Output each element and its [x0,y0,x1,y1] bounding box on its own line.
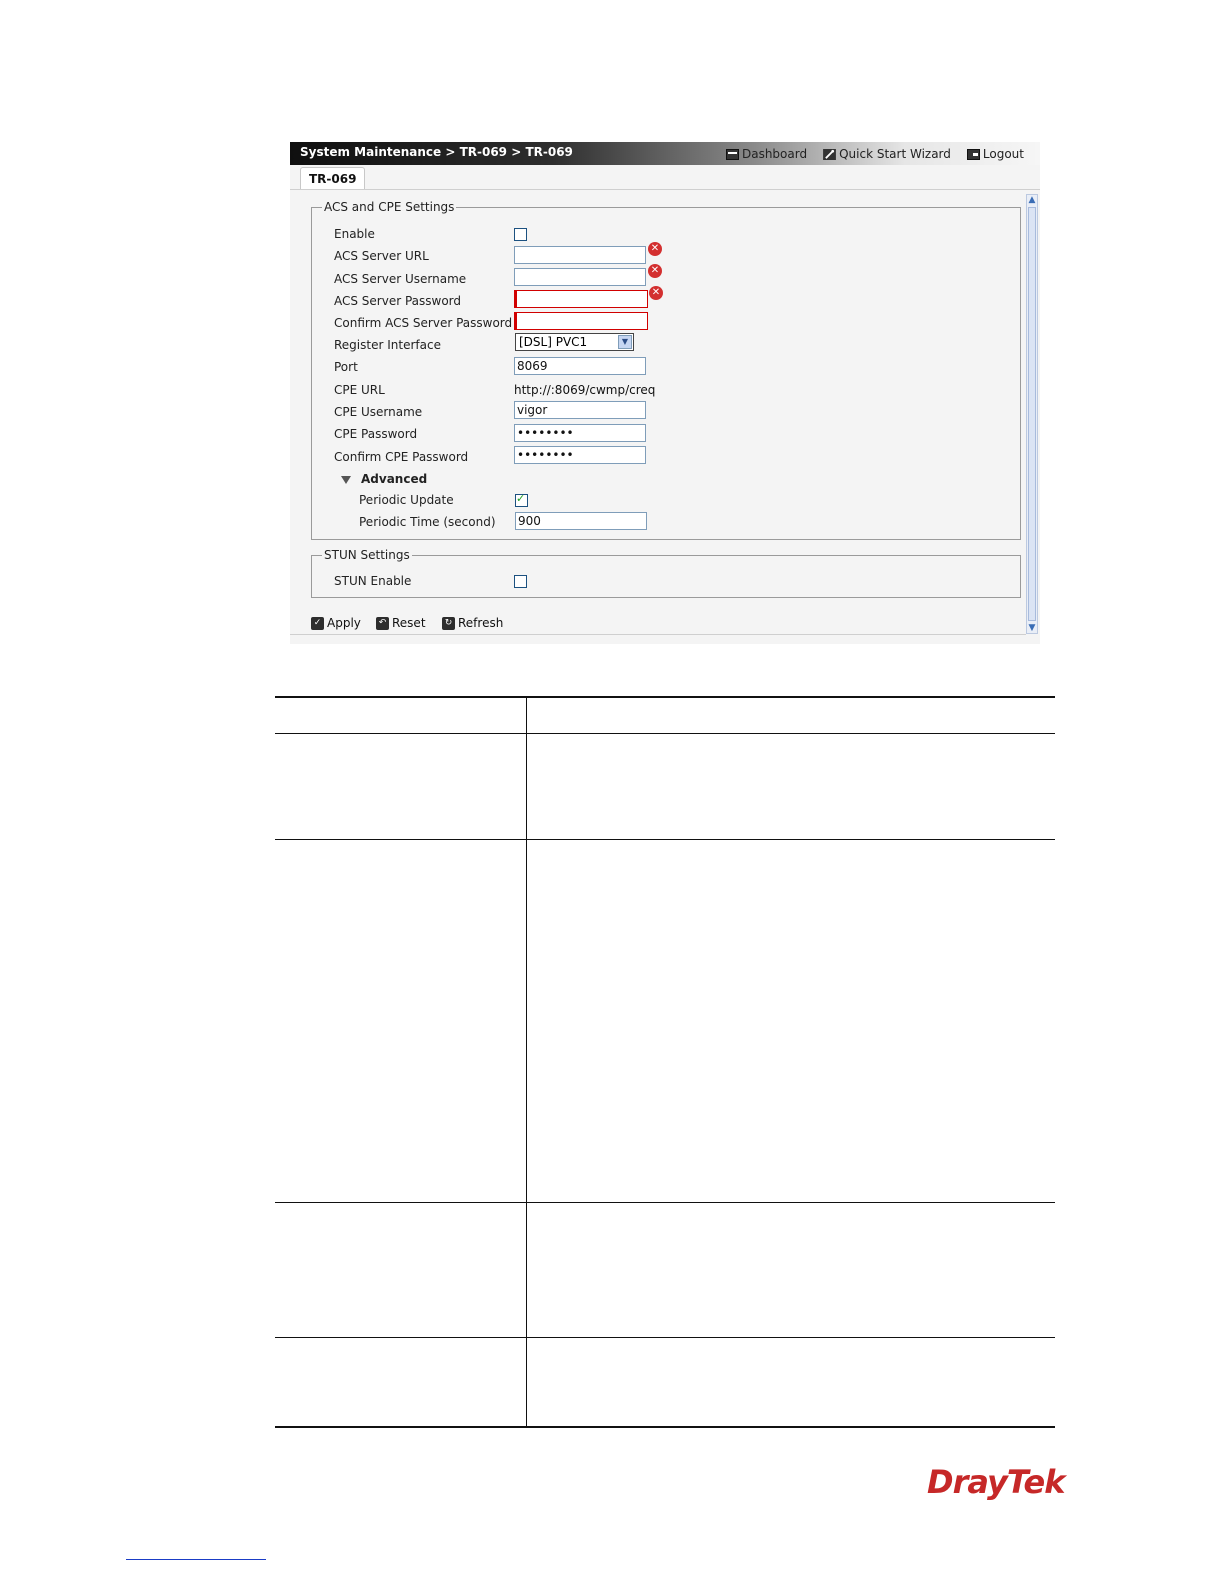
breadcrumb: System Maintenance > TR-069 > TR-069 [300,145,573,159]
cpe-username-input[interactable] [514,401,646,419]
apply-label: Apply [327,616,361,630]
table-row-divider [275,839,1055,840]
periodic-update-label: Periodic Update [359,493,454,507]
scroll-thumb[interactable] [1028,207,1036,621]
title-bar: System Maintenance > TR-069 > TR-069 Das… [290,142,1040,165]
stun-legend: STUN Settings [324,548,410,562]
acs-confirm-password-label: Confirm ACS Server Password [334,316,513,330]
port-label: Port [334,360,358,374]
cpe-username-label: CPE Username [334,405,423,419]
dashboard-label: Dashboard [741,147,808,161]
register-interface-label: Register Interface [334,338,441,352]
acs-password-label: ACS Server Password [334,294,462,308]
reset-label: Reset [392,616,426,630]
enable-checkbox[interactable] [514,228,527,241]
wizard-label: Quick Start Wizard [839,147,951,161]
table-bottom-rule [275,1426,1055,1428]
advanced-toggle[interactable]: Advanced [341,470,427,488]
acs-username-input[interactable] [514,268,646,286]
error-icon: ✕ [648,264,662,278]
dashboard-icon [725,148,739,160]
action-bar: ✓ Apply ↶ Reset ↻ Refresh [290,614,1026,635]
refresh-button[interactable]: ↻ Refresh [442,616,503,630]
cpe-password-input[interactable] [514,424,646,442]
acs-url-input[interactable] [514,246,646,264]
logout-link[interactable]: Logout [966,147,1024,161]
tr069-screenshot: System Maintenance > TR-069 > TR-069 Das… [290,142,1040,644]
reset-button[interactable]: ↶ Reset [376,616,426,630]
table-row-divider [275,733,1055,734]
register-interface-select[interactable]: [DSL] PVC1 ▼ [515,333,634,351]
check-icon: ✓ [311,616,324,630]
table-row-divider [275,1202,1055,1203]
stun-fieldset: STUN Settings [311,548,1021,598]
tab-divider [290,189,1040,190]
acs-confirm-password-input[interactable] [514,312,648,330]
table-column-divider [526,697,527,1427]
table-row-divider [275,1337,1055,1338]
error-icon: ✕ [648,242,662,256]
cpe-confirm-password-input[interactable] [514,446,646,464]
cpe-url-label: CPE URL [334,383,385,397]
periodic-update-checkbox[interactable] [515,492,528,507]
top-links: Dashboard Quick Start Wizard Logout [725,147,1024,161]
table-top-rule [275,696,1055,698]
periodic-time-input[interactable] [515,512,647,530]
cpe-url-value: http://:8069/cwmp/creq [514,383,656,397]
periodic-time-label: Periodic Time (second) [359,515,496,529]
footer-link-underline[interactable] [126,1559,266,1560]
refresh-label: Refresh [458,616,504,630]
register-interface-value: [DSL] PVC1 [519,335,588,349]
acs-url-label: ACS Server URL [334,249,429,263]
acs-cpe-legend: ACS and CPE Settings [324,200,455,214]
dashboard-link[interactable]: Dashboard [725,147,808,161]
advanced-label: Advanced [361,472,428,486]
triangle-down-icon [341,475,351,484]
tab-tr069[interactable]: TR-069 [300,167,366,190]
port-input[interactable] [514,357,646,375]
scroll-down-icon[interactable]: ▼ [1028,624,1036,633]
scroll-up-icon[interactable]: ▲ [1028,196,1036,205]
vertical-scrollbar[interactable]: ▲ ▼ [1026,194,1038,634]
logout-icon [966,148,980,160]
enable-label: Enable [334,227,375,241]
quick-start-wizard-link[interactable]: Quick Start Wizard [823,147,951,161]
error-icon: ✕ [649,286,663,300]
stun-enable-label: STUN Enable [334,574,412,588]
wizard-wand-icon [823,148,837,160]
chevron-down-icon: ▼ [618,335,632,349]
stun-enable-checkbox[interactable] [514,575,527,588]
logout-label: Logout [982,147,1024,161]
acs-username-label: ACS Server Username [334,272,467,286]
apply-button[interactable]: ✓ Apply [311,616,361,630]
acs-password-input[interactable] [514,290,648,308]
draytek-logo: DrayTek [927,1463,1065,1501]
cpe-password-label: CPE Password [334,427,418,441]
cpe-confirm-password-label: Confirm CPE Password [334,450,469,464]
undo-icon: ↶ [376,616,389,630]
refresh-icon: ↻ [442,616,455,630]
